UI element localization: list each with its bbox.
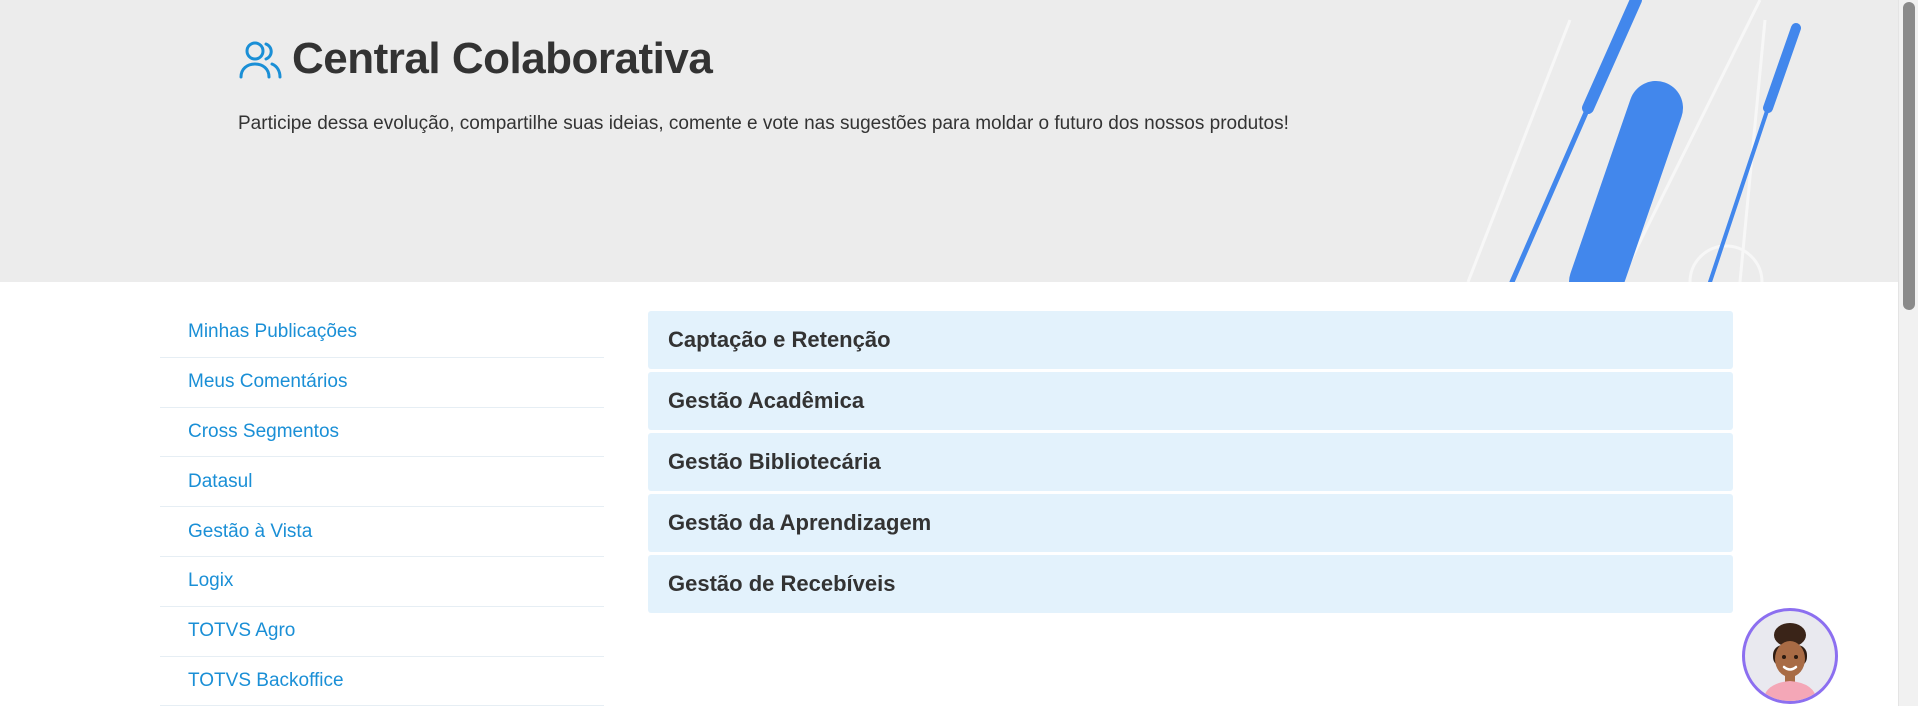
hero-banner: Central Colaborativa Participe dessa evo… [0,0,1898,282]
sidebar-item-label[interactable]: Meus Comentários [188,371,347,393]
category-item-captacao-e-retencao[interactable]: Captação e Retenção [648,311,1733,369]
assistant-avatar-button[interactable] [1742,608,1838,704]
hero-title-row: Central Colaborativa [236,34,713,84]
sidebar-menu: Minhas Publicações Meus Comentários Cros… [160,308,604,706]
sidebar-item-label[interactable]: TOTVS Agro [188,620,295,642]
page-subtitle: Participe dessa evolução, compartilhe su… [238,113,1289,134]
sidebar-item-label[interactable]: Datasul [188,471,252,493]
sidebar-item-label[interactable]: Minhas Publicações [188,321,357,343]
sidebar-item-datasul[interactable]: Datasul [160,457,604,508]
category-label: Gestão Acadêmica [668,388,865,413]
sidebar-item-label[interactable]: Logix [188,570,233,592]
sidebar-item-gestao-a-vista[interactable]: Gestão à Vista [160,507,604,557]
category-label: Captação e Retenção [668,327,891,352]
category-label: Gestão Bibliotecária [668,449,881,474]
sidebar-item-label[interactable]: Gestão à Vista [188,521,312,543]
sidebar-item-logix[interactable]: Logix [160,557,604,607]
category-label: Gestão de Recebíveis [668,571,896,596]
page-title: Central Colaborativa [292,34,713,83]
sidebar-item-label[interactable]: TOTVS Backoffice [188,670,344,692]
page-scrollbar[interactable] [1898,0,1918,706]
category-item-gestao-bibliotecaria[interactable]: Gestão Bibliotecária [648,433,1733,491]
category-item-gestao-de-recebiveis[interactable]: Gestão de Recebíveis [648,555,1733,613]
sidebar-item-cross-segmentos[interactable]: Cross Segmentos [160,408,604,458]
users-icon [236,35,284,83]
decorative-stripes [1466,0,1801,282]
category-item-gestao-da-aprendizagem[interactable]: Gestão da Aprendizagem [648,494,1733,552]
category-item-gestao-academica[interactable]: Gestão Acadêmica [648,372,1733,430]
category-list: Captação e Retenção Gestão Acadêmica Ges… [648,311,1733,616]
scrollbar-thumb[interactable] [1903,2,1915,310]
sidebar-item-totvs-agro[interactable]: TOTVS Agro [160,607,604,657]
sidebar-item-label[interactable]: Cross Segmentos [188,421,339,443]
assistant-avatar-icon [1763,623,1817,701]
sidebar-item-totvs-backoffice[interactable]: TOTVS Backoffice [160,657,604,706]
sidebar-item-meus-comentarios[interactable]: Meus Comentários [160,358,604,408]
sidebar-item-minhas-publicacoes[interactable]: Minhas Publicações [160,308,604,358]
category-label: Gestão da Aprendizagem [668,510,932,535]
